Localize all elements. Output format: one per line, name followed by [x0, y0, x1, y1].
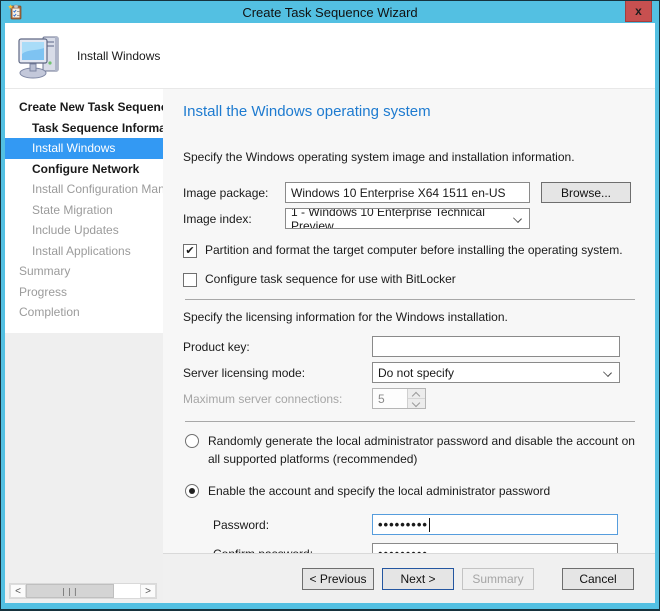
next-button[interactable]: Next > [382, 567, 454, 590]
nav-item-summary[interactable]: Summary [5, 261, 163, 282]
image-package-label: Image package: [183, 185, 269, 200]
password-input[interactable]: ••••••••• [372, 514, 618, 535]
wizard-page-content: Install the Windows operating system Spe… [163, 89, 655, 553]
random-password-radio[interactable] [185, 434, 199, 448]
bitlocker-checkbox[interactable] [183, 273, 197, 287]
computer-icon [18, 36, 59, 78]
scroll-right-arrow[interactable]: > [140, 584, 156, 598]
nav-item-install-applications[interactable]: Install Applications [5, 241, 163, 262]
scrollbar-thumb[interactable]: ||| [26, 584, 114, 598]
random-password-radio-label: Randomly generate the local administrato… [208, 434, 635, 466]
image-index-dropdown[interactable]: 1 - Windows 10 Enterprise Technical Prev… [285, 208, 530, 229]
product-key-input[interactable] [372, 336, 620, 357]
password-label: Password: [213, 517, 270, 532]
sidebar-horizontal-scrollbar[interactable]: < ||| > [9, 583, 157, 599]
scrollbar-track[interactable] [114, 584, 140, 598]
nav-item-configure-network[interactable]: Configure Network [5, 159, 163, 180]
image-index-value: 1 - Windows 10 Enterprise Technical Prev… [291, 208, 485, 229]
nav-item-task-sequence-information[interactable]: Task Sequence Information [5, 118, 163, 139]
partition-checkbox[interactable]: ✔ [183, 244, 197, 258]
max-connections-stepper: 5 [372, 388, 426, 409]
nav-item-progress[interactable]: Progress [5, 282, 163, 303]
nav-item-completion[interactable]: Completion [5, 302, 163, 323]
nav-item-include-updates[interactable]: Include Updates [5, 220, 163, 241]
radio-dot-icon [189, 488, 195, 494]
title-bar[interactable]: Create Task Sequence Wizard x [1, 1, 659, 23]
partition-checkbox-label: Partition and format the target computer… [205, 243, 623, 257]
section-divider [185, 299, 635, 300]
spinner-up-icon [408, 389, 425, 398]
page-intro-text: Specify the Windows operating system ima… [183, 150, 575, 164]
scroll-left-arrow[interactable]: < [10, 584, 26, 598]
nav-item-create-new-task-sequence[interactable]: Create New Task Sequence [5, 97, 163, 118]
scrollbar-grip-icon: ||| [61, 586, 79, 596]
nav-item-install-configuration-manager[interactable]: Install Configuration Manager [5, 179, 163, 200]
image-package-input[interactable]: Windows 10 Enterprise X64 1511 en-US [285, 182, 530, 203]
licensing-mode-label: Server licensing mode: [183, 365, 306, 380]
section-divider [185, 421, 635, 422]
page-title: Install the Windows operating system [183, 103, 431, 120]
licensing-intro-text: Specify the licensing information for th… [183, 310, 508, 324]
browse-button[interactable]: Browse... [541, 182, 631, 203]
checkmark-icon: ✔ [185, 244, 195, 257]
wizard-nav-list: Create New Task Sequence Task Sequence I… [5, 89, 163, 333]
window-title: Create Task Sequence Wizard [242, 4, 418, 20]
product-key-label: Product key: [183, 339, 250, 354]
text-caret [428, 517, 430, 532]
chevron-down-icon [603, 368, 612, 377]
nav-item-state-migration[interactable]: State Migration [5, 200, 163, 221]
spinner-down-icon [408, 398, 425, 408]
wizard-header: Install Windows [5, 23, 655, 89]
licensing-mode-value: Do not specify [378, 365, 455, 380]
max-connections-value: 5 [373, 389, 408, 408]
previous-button[interactable]: < Previous [302, 567, 374, 590]
nav-item-install-windows[interactable]: Install Windows [5, 138, 163, 159]
wizard-main-pane: Install the Windows operating system Spe… [163, 89, 655, 603]
wizard-sidebar: Create New Task Sequence Task Sequence I… [5, 89, 163, 603]
bitlocker-checkbox-label: Configure task sequence for use with Bit… [205, 272, 456, 286]
max-connections-label: Maximum server connections: [183, 391, 343, 406]
wizard-window: Create Task Sequence Wizard x Install Wi… [0, 0, 660, 611]
image-package-value: Windows 10 Enterprise X64 1511 en-US [291, 185, 506, 200]
summary-button: Summary [462, 567, 534, 590]
image-index-label: Image index: [183, 211, 252, 226]
enable-account-radio-label: Enable the account and specify the local… [208, 484, 551, 498]
wizard-step-title: Install Windows [77, 48, 161, 63]
password-masked-value: ••••••••• [378, 517, 428, 532]
licensing-mode-dropdown[interactable]: Do not specify [372, 362, 620, 383]
close-button[interactable]: x [625, 1, 652, 22]
cancel-button[interactable]: Cancel [562, 567, 634, 590]
confirm-password-input[interactable]: ••••••••• [372, 543, 618, 553]
enable-account-radio[interactable] [185, 484, 199, 498]
window-frame: Install Windows Create New Task Sequence… [5, 23, 655, 603]
wizard-button-bar: < Previous Next > Summary Cancel [163, 553, 655, 603]
wizard-body: Create New Task Sequence Task Sequence I… [5, 89, 655, 603]
